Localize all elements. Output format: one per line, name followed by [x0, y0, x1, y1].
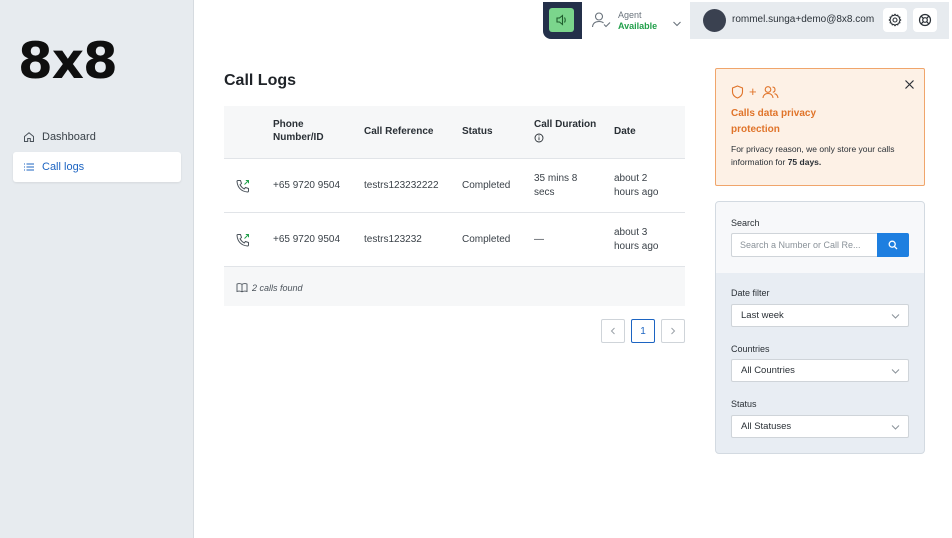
cell-phone: +65 9720 9504	[273, 180, 341, 191]
status-select[interactable]: All Statuses	[731, 415, 909, 438]
cell-date: about 2 hours ago	[614, 173, 659, 198]
close-icon[interactable]	[904, 77, 915, 95]
topbar-dark-segment	[543, 2, 582, 39]
sidebar: 8x8 Dashboard Call logs	[0, 0, 194, 538]
chevron-down-icon	[672, 15, 682, 33]
settings-button[interactable]	[883, 8, 907, 32]
date-filter-value: Last week	[741, 310, 784, 321]
gear-icon	[888, 13, 902, 27]
cell-date: about 3 hours ago	[614, 227, 659, 252]
date-filter-label: Date filter	[731, 288, 770, 298]
filters-panel: Search Date filter Last week Countries A…	[715, 201, 925, 454]
cell-status: Completed	[462, 180, 511, 191]
sidebar-item-call-logs[interactable]: Call logs	[13, 152, 181, 182]
privacy-text: For privacy reason, we only store your c…	[731, 143, 921, 169]
privacy-icons: +	[731, 84, 779, 99]
cell-status: Completed	[462, 234, 511, 245]
user-check-icon	[591, 11, 611, 34]
column-header-phone: Phone Number/ID	[273, 119, 324, 143]
column-header-status: Status	[462, 126, 493, 137]
page-title: Call Logs	[224, 72, 297, 89]
table-row[interactable]: +65 9720 9504 testrs123232222 Completed …	[224, 159, 685, 213]
plus-icon: +	[749, 84, 757, 99]
chevron-down-icon	[891, 312, 900, 323]
pagination-page-1[interactable]: 1	[631, 319, 655, 343]
info-icon[interactable]	[534, 133, 544, 143]
table-row[interactable]: +65 9720 9504 testrs123232 Completed — a…	[224, 213, 685, 267]
chevron-down-icon	[891, 367, 900, 378]
book-icon	[236, 283, 248, 293]
agent-status: Available	[618, 21, 658, 31]
column-header-reference: Call Reference	[364, 126, 434, 137]
date-filter-select[interactable]: Last week	[731, 304, 909, 327]
search-label: Search	[731, 218, 760, 228]
pagination-prev-button[interactable]	[601, 319, 625, 343]
list-icon	[23, 161, 35, 173]
sidebar-item-dashboard[interactable]: Dashboard	[13, 122, 181, 152]
home-icon	[23, 131, 35, 143]
column-header-duration-label: Call Duration	[534, 119, 597, 130]
agent-status-dropdown[interactable]: Agent Available	[582, 2, 690, 39]
shield-icon	[731, 84, 744, 99]
chevron-left-icon	[610, 327, 615, 335]
status-label: Status	[731, 399, 757, 409]
cell-reference: testrs123232	[364, 234, 422, 245]
top-bar: Agent Available rommel.sunga+demo@8x8.co…	[543, 2, 949, 39]
chevron-down-icon	[891, 423, 900, 434]
speaker-button[interactable]	[549, 8, 574, 32]
sidebar-item-label: Dashboard	[42, 131, 96, 143]
outgoing-call-icon	[235, 232, 251, 253]
logo: 8x8	[18, 32, 118, 90]
table-header: Phone Number/ID Call Reference Status Ca…	[224, 106, 685, 159]
countries-value: All Countries	[741, 365, 795, 376]
lifebuoy-icon	[918, 13, 932, 27]
status-value: All Statuses	[741, 421, 792, 432]
cell-duration: 35 mins 8 secs	[534, 173, 578, 198]
privacy-notice-card: + Calls data privacy protection For priv…	[715, 68, 925, 186]
privacy-retention-days: 75 days.	[787, 157, 822, 167]
search-input[interactable]	[731, 233, 877, 257]
call-logs-table: Phone Number/ID Call Reference Status Ca…	[224, 106, 685, 306]
help-button[interactable]	[913, 8, 937, 32]
cell-duration: —	[534, 234, 544, 245]
cell-phone: +65 9720 9504	[273, 234, 341, 245]
users-icon	[762, 85, 779, 98]
countries-label: Countries	[731, 344, 770, 354]
search-icon	[888, 240, 898, 250]
cell-reference: testrs123232222	[364, 180, 439, 191]
column-header-date: Date	[614, 126, 636, 137]
sidebar-item-label: Call logs	[42, 161, 85, 173]
avatar[interactable]	[703, 9, 726, 32]
privacy-title: Calls data privacy protection	[731, 108, 817, 135]
chevron-right-icon	[671, 327, 676, 335]
column-header-duration: Call Duration	[534, 118, 596, 147]
calls-found-summary: 2 calls found	[236, 282, 303, 293]
speaker-icon	[555, 14, 566, 26]
countries-select[interactable]: All Countries	[731, 359, 909, 382]
agent-label: Agent	[618, 10, 642, 20]
search-section: Search	[716, 202, 924, 273]
search-button[interactable]	[877, 233, 909, 257]
calls-found-text: 2 calls found	[252, 282, 303, 293]
user-email[interactable]: rommel.sunga+demo@8x8.com	[732, 14, 874, 25]
outgoing-call-icon	[235, 178, 251, 199]
pagination-next-button[interactable]	[661, 319, 685, 343]
